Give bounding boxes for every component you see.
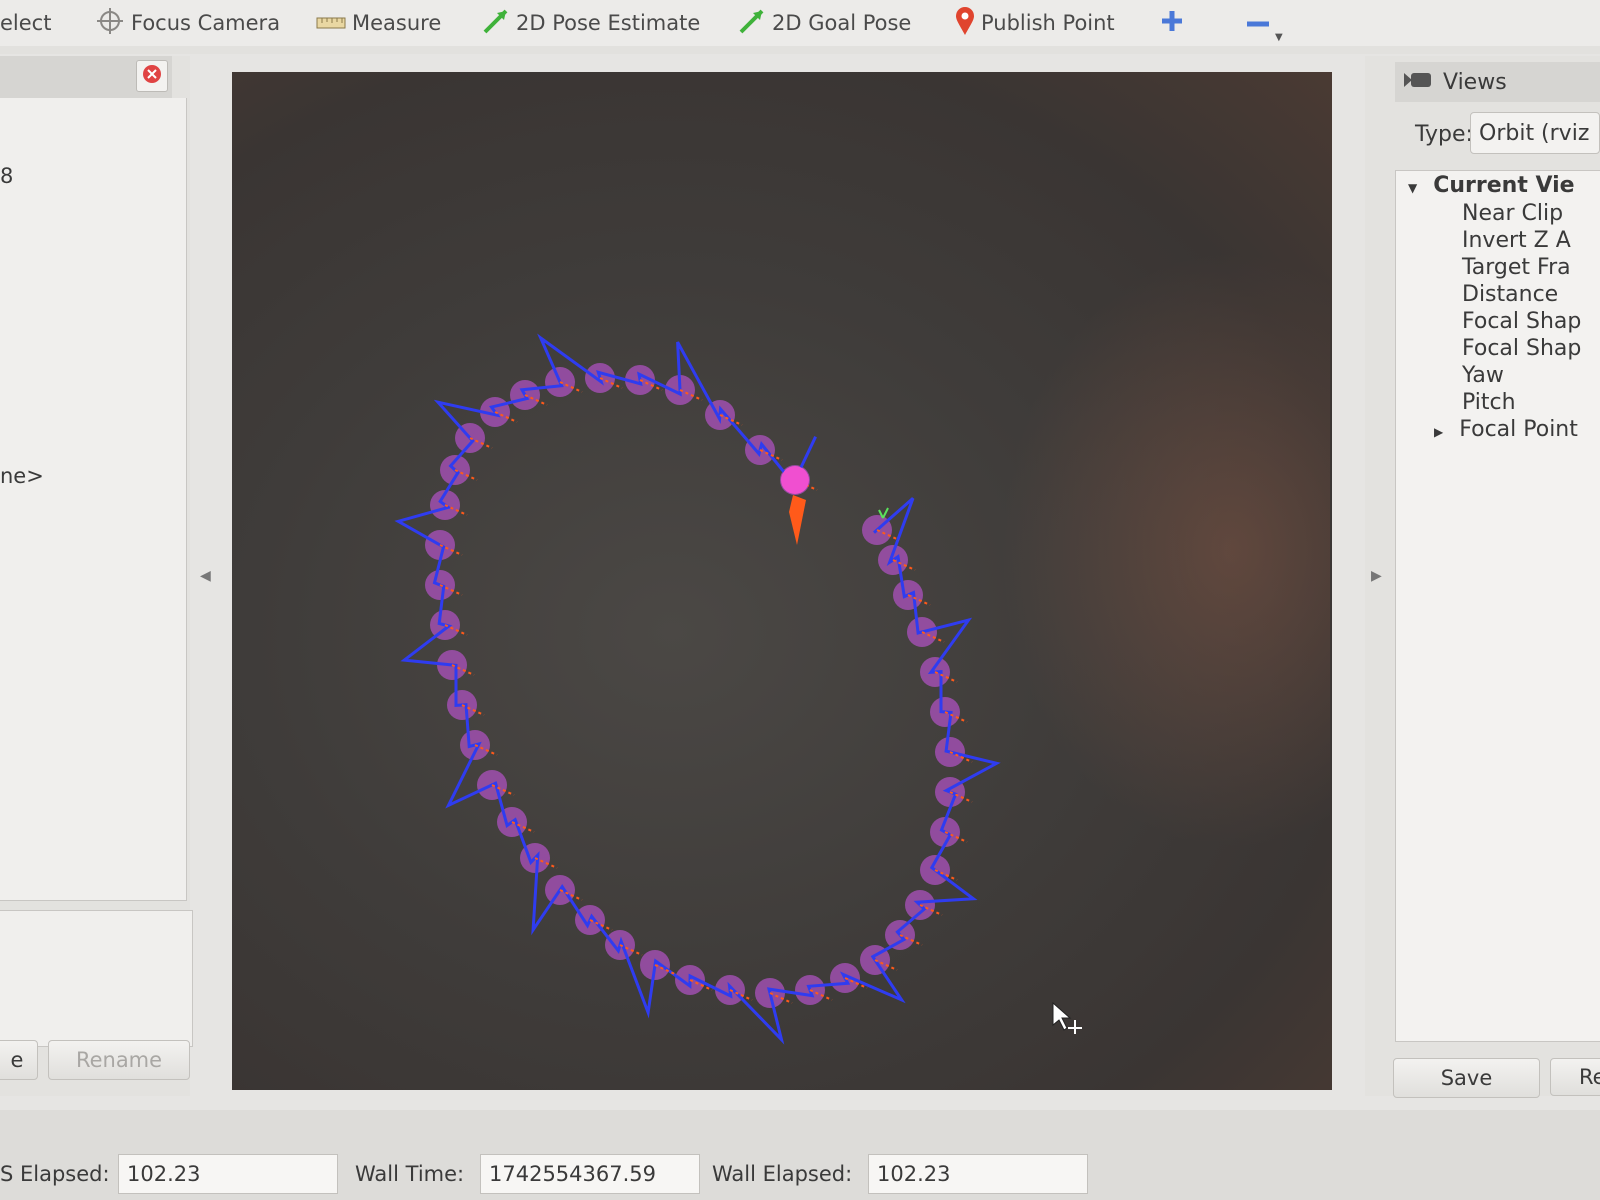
save-view-button[interactable]: Save	[1393, 1058, 1540, 1098]
orientation-ticks	[439, 377, 973, 1004]
focal-point-label: Focal Point	[1459, 417, 1578, 442]
wall-elapsed-field[interactable]: 102.23	[868, 1154, 1088, 1194]
wall-time-label: Wall Time:	[355, 1162, 465, 1186]
expand-arrow-icon: ▼	[1408, 181, 1418, 195]
trajectory-overlay	[394, 333, 1082, 1045]
ros-elapsed-field[interactable]: 102.23	[118, 1154, 338, 1194]
wall-time-value: 1742554367.59	[489, 1162, 657, 1186]
property-row[interactable]: Yaw	[1462, 363, 1504, 388]
property-row[interactable]: Near Clip	[1462, 201, 1563, 226]
remove-view-label: Re	[1579, 1065, 1600, 1089]
type-label: Type:	[1415, 122, 1473, 147]
view-properties-tree[interactable]: ▼ Current Vie Near Clip Invert Z A Target…	[1395, 170, 1600, 1042]
wall-elapsed-label: Wall Elapsed:	[712, 1162, 853, 1186]
collapse-right-arrow-icon[interactable]: ▶	[1371, 568, 1382, 584]
views-panel-header: Views	[1395, 62, 1600, 102]
focal-point-row[interactable]: ▶ Focal Point	[1434, 417, 1578, 442]
save-label: Save	[1440, 1066, 1493, 1090]
camera-icon	[1403, 70, 1433, 95]
move-cursor-icon	[1068, 1020, 1082, 1034]
property-row[interactable]: Target Fra	[1462, 255, 1571, 280]
view-type-select[interactable]: Orbit (rviz	[1470, 112, 1600, 154]
view-type-value: Orbit (rviz	[1479, 120, 1590, 146]
collapsed-arrow-icon: ▶	[1434, 425, 1444, 439]
current-view-label: Current Vie	[1433, 173, 1575, 198]
current-pose-marker	[781, 466, 809, 494]
wall-elapsed-value: 102.23	[877, 1162, 951, 1186]
ros-elapsed-value: 102.23	[127, 1162, 201, 1186]
property-row[interactable]: Distance	[1462, 282, 1558, 307]
wall-time-field[interactable]: 1742554367.59	[480, 1154, 700, 1194]
property-row[interactable]: Focal Shap	[1462, 309, 1581, 334]
robot-orientation-arrow	[789, 495, 806, 545]
time-panel: S Elapsed: 102.23 Wall Time: 1742554367.…	[0, 1110, 1600, 1200]
property-row[interactable]: Pitch	[1462, 390, 1516, 415]
property-row[interactable]: Focal Shap	[1462, 336, 1581, 361]
views-title: Views	[1443, 69, 1507, 95]
mouse-cursor-icon	[1052, 1001, 1072, 1031]
ros-elapsed-label: S Elapsed:	[0, 1162, 110, 1186]
pose-markers	[425, 363, 965, 1008]
property-row[interactable]: Invert Z A	[1462, 228, 1571, 253]
remove-view-button[interactable]: Re	[1550, 1058, 1600, 1096]
current-view-row[interactable]: ▼ Current Vie	[1408, 173, 1575, 198]
